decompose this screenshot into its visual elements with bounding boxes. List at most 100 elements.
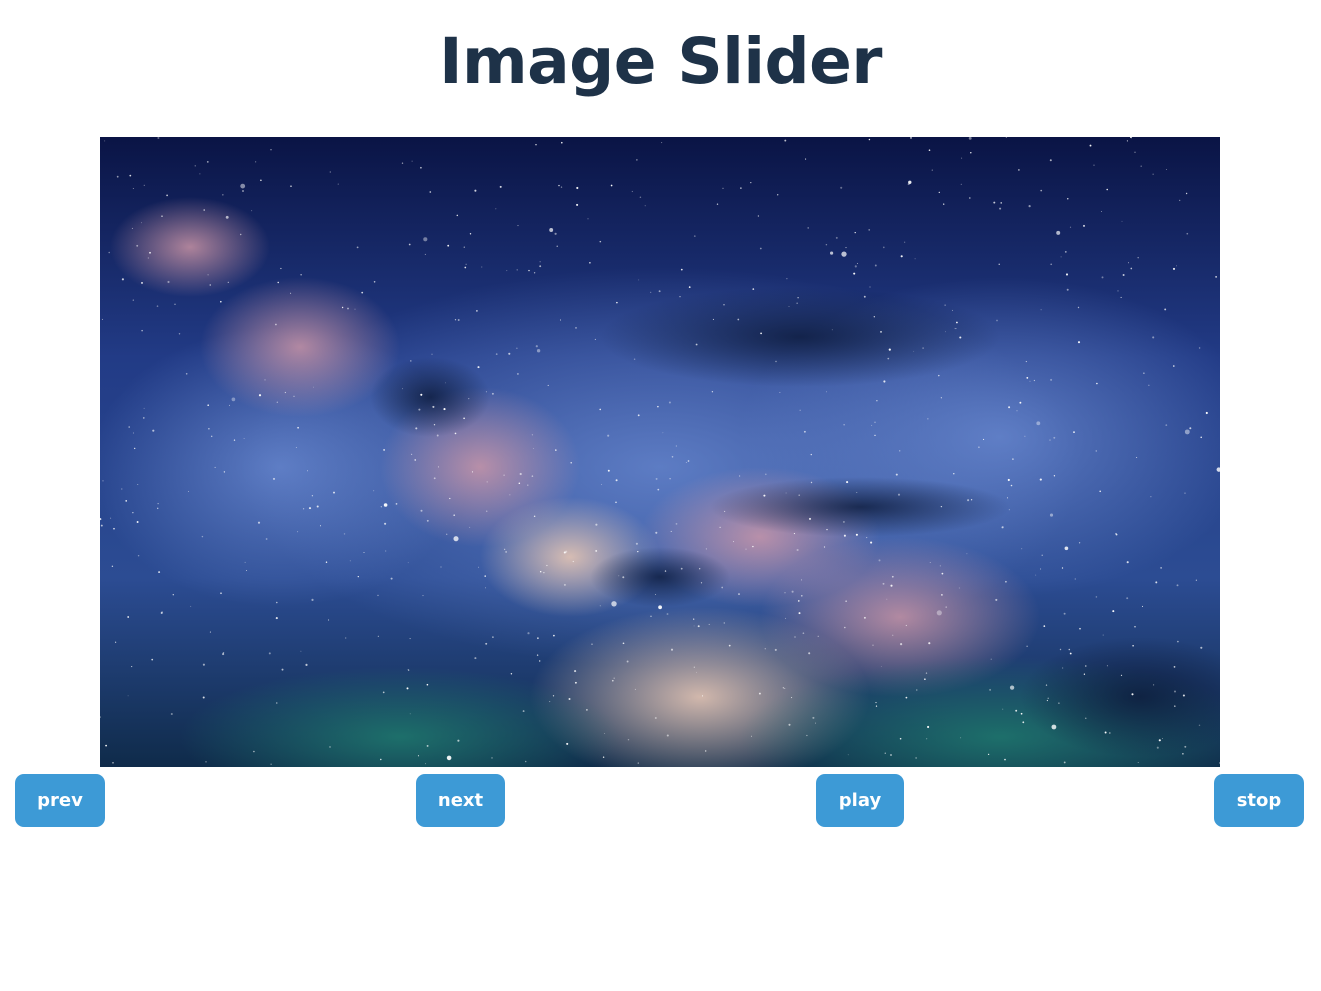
star <box>132 512 134 514</box>
star <box>1102 634 1104 636</box>
star <box>536 349 541 353</box>
star <box>290 292 292 294</box>
star <box>845 247 847 249</box>
star <box>131 227 133 229</box>
star <box>533 272 536 274</box>
star <box>222 194 224 196</box>
star <box>347 307 349 310</box>
star <box>1068 648 1071 651</box>
star <box>853 272 856 275</box>
play-button[interactable]: play <box>816 774 904 827</box>
star <box>243 438 245 439</box>
next-button[interactable]: next <box>416 774 505 827</box>
star <box>655 594 657 595</box>
star <box>528 269 530 272</box>
star <box>436 434 439 437</box>
star <box>945 331 946 333</box>
star <box>132 432 134 434</box>
star <box>407 668 409 671</box>
star <box>908 180 912 184</box>
star <box>1053 436 1056 439</box>
star <box>802 632 805 635</box>
star <box>361 291 364 294</box>
star <box>1008 406 1011 409</box>
star <box>543 572 545 574</box>
star <box>844 626 846 629</box>
star <box>566 742 569 745</box>
star <box>329 171 331 173</box>
star <box>281 668 284 671</box>
star <box>983 438 985 440</box>
star <box>499 185 502 188</box>
star <box>149 251 151 254</box>
star <box>993 201 996 204</box>
slider-image <box>100 137 1220 767</box>
star <box>875 702 877 704</box>
star <box>627 738 630 741</box>
star <box>1173 365 1175 367</box>
star <box>1173 666 1176 668</box>
star <box>990 658 992 660</box>
star <box>752 288 755 290</box>
star <box>699 568 701 570</box>
star <box>206 161 209 163</box>
star <box>337 183 339 185</box>
star <box>486 510 488 512</box>
star <box>633 358 636 360</box>
star <box>170 712 173 716</box>
star <box>739 475 741 477</box>
stop-button[interactable]: stop <box>1214 774 1304 827</box>
star <box>654 717 657 719</box>
star <box>185 373 188 375</box>
star <box>325 561 328 563</box>
star <box>941 572 944 575</box>
star <box>549 701 551 703</box>
star <box>227 281 229 283</box>
star <box>1062 667 1064 669</box>
star <box>560 319 561 321</box>
star <box>426 744 429 747</box>
star <box>760 332 763 335</box>
star <box>429 191 432 193</box>
star <box>589 262 591 264</box>
star <box>752 545 754 548</box>
star <box>1045 684 1048 686</box>
star <box>1179 199 1181 202</box>
star <box>738 593 740 596</box>
star <box>486 481 488 483</box>
star <box>1096 382 1098 385</box>
star <box>1064 546 1069 551</box>
star <box>1024 435 1026 437</box>
star <box>101 318 103 320</box>
star <box>791 697 793 699</box>
star <box>873 316 875 318</box>
star <box>1134 151 1136 154</box>
prev-button[interactable]: prev <box>15 774 105 827</box>
star <box>519 472 522 476</box>
star <box>944 304 946 306</box>
star <box>121 278 124 281</box>
star <box>639 196 642 198</box>
star <box>408 243 411 246</box>
star <box>989 688 992 691</box>
star <box>147 257 149 259</box>
star <box>552 695 555 697</box>
star <box>110 517 112 519</box>
star <box>539 660 541 662</box>
star <box>446 533 448 535</box>
star <box>1121 220 1123 222</box>
star <box>425 763 426 765</box>
star <box>125 500 128 502</box>
star <box>1078 542 1081 544</box>
star <box>151 658 154 661</box>
star <box>1009 685 1015 690</box>
star <box>914 258 916 260</box>
star <box>874 421 876 424</box>
star <box>884 752 886 754</box>
star <box>892 634 894 636</box>
star <box>390 577 393 580</box>
star <box>1198 347 1201 349</box>
star <box>561 141 563 144</box>
star <box>938 374 940 377</box>
star <box>668 401 671 404</box>
